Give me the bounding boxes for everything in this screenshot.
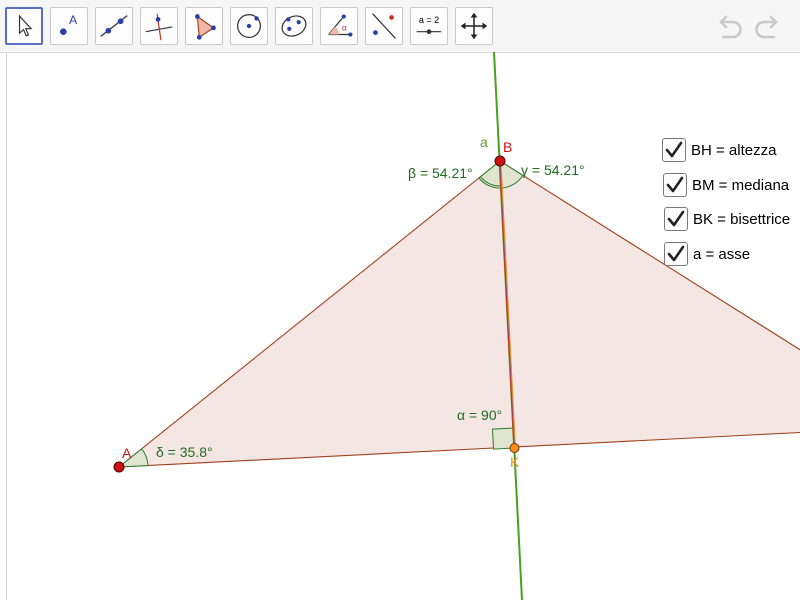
checkbox-bisettrice-box[interactable]	[664, 207, 688, 231]
checkbox-altezza-label: BH = altezza	[691, 141, 777, 159]
checkbox-altezza[interactable]: BH = altezza	[662, 136, 776, 164]
point-k-label: K	[510, 454, 520, 470]
angle-beta-label: β = 54.21°	[408, 165, 473, 181]
angle-gamma-label: γ = 54.21°	[521, 162, 585, 178]
point-k[interactable]	[509, 443, 520, 453]
checkmark-icon	[667, 245, 685, 262]
point-a-label: A	[122, 445, 132, 461]
point-b-label: B	[503, 139, 512, 155]
graphics-view[interactable]: A B K a β = 54.21° γ = 54.21° α = 90° δ …	[0, 0, 800, 600]
checkbox-bisettrice[interactable]: BK = bisettrice	[664, 205, 790, 233]
checkbox-mediana-label: BM = mediana	[692, 176, 790, 194]
axis-line-a-label: a	[480, 134, 488, 150]
checkbox-asse-box[interactable]	[664, 242, 688, 266]
checkbox-mediana-box[interactable]	[663, 173, 687, 197]
checkbox-asse[interactable]: a = asse	[664, 240, 750, 268]
point-b[interactable]	[494, 155, 506, 167]
checkbox-bisettrice-label: BK = bisettrice	[693, 210, 791, 228]
checkmark-icon	[666, 176, 684, 193]
angle-alpha-label: α = 90°	[457, 407, 502, 423]
checkbox-asse-label: a = asse	[693, 245, 751, 263]
point-a[interactable]	[113, 461, 125, 473]
checkmark-icon	[667, 210, 685, 227]
checkbox-mediana[interactable]: BM = mediana	[663, 171, 789, 199]
checkbox-altezza-box[interactable]	[662, 138, 686, 162]
checkmark-icon	[665, 141, 683, 158]
angle-delta-label: δ = 35.8°	[156, 444, 213, 460]
